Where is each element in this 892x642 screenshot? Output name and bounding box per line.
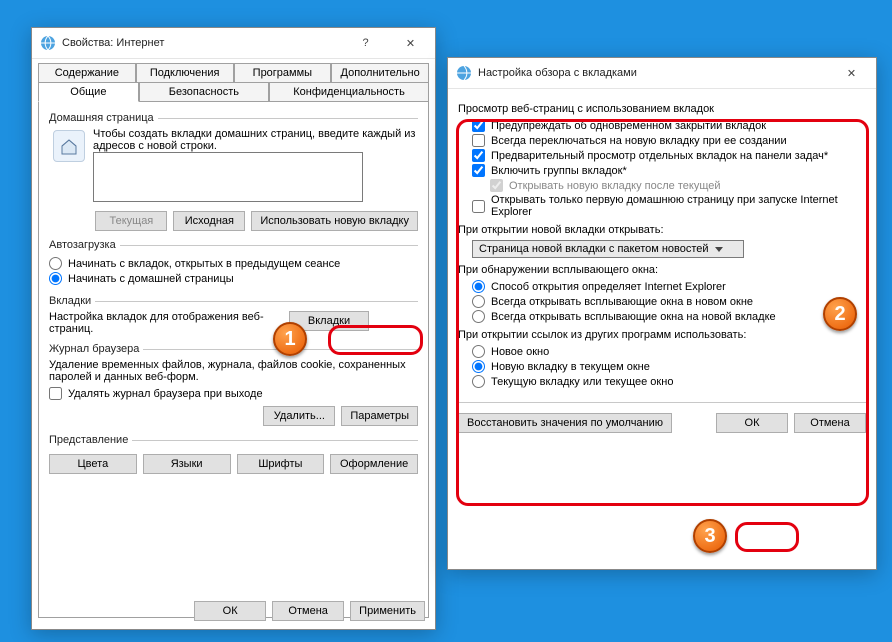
tab-connections[interactable]: Подключения [136,63,234,82]
radio-popup-ie[interactable]: Способ открытия определяет Internet Expl… [472,280,866,293]
tabs-settings-body: Просмотр веб-страниц с использованием вк… [448,89,876,569]
section-popup-title: При обнаружении всплывающего окна: [458,264,866,276]
chevron-down-icon [715,247,723,252]
close-button[interactable]: ✕ [388,29,433,58]
titlebar[interactable]: Настройка обзора с вкладками ✕ [448,58,876,89]
dialog-footer: ОК Отмена Применить [194,601,425,621]
globe-icon [40,35,56,51]
section-links-title: При открытии ссылок из других программ и… [458,329,866,341]
radio-start-home[interactable]: Начинать с домашней страницы [49,272,418,285]
cancel-button[interactable]: Отмена [272,601,344,621]
history-settings-button[interactable]: Параметры [341,406,418,426]
group-startup: Автозагрузка Начинать с вкладок, открыты… [49,239,418,287]
cancel-button[interactable]: Отмена [794,413,866,433]
section-browsing-title: Просмотр веб-страниц с использованием вк… [458,103,866,115]
newtab-action-select[interactable]: Страница новой вкладки с пакетом новосте… [472,240,744,258]
languages-button[interactable]: Языки [143,454,231,474]
use-current-button[interactable]: Текущая [95,211,167,231]
accessibility-button[interactable]: Оформление [330,454,418,474]
homepage-input[interactable] [93,152,363,202]
group-history-legend: Журнал браузера [49,343,143,355]
check-open-after-current: Открывать новую вкладку после текущей [472,179,866,192]
tabs-desc: Настройка вкладок для отображения веб-ст… [49,311,279,335]
group-appearance: Представление Цвета Языки Шрифты Оформле… [49,434,418,474]
tab-security[interactable]: Безопасность [139,82,269,102]
tab-general[interactable]: Общие [38,82,139,102]
tab-panel-general: Домашняя страница Чтобы создать вкладки … [38,101,429,618]
window-tabs-settings: Настройка обзора с вкладками ✕ Просмотр … [447,57,877,570]
group-history: Журнал браузера Удаление временных файло… [49,343,418,426]
radio-start-prev[interactable]: Начинать с вкладок, открытых в предыдуще… [49,257,418,270]
tab-privacy[interactable]: Конфиденциальность [269,82,429,102]
fonts-button[interactable]: Шрифты [237,454,325,474]
radio-links-window[interactable]: Новое окно [472,345,866,358]
use-newtab-button[interactable]: Использовать новую вкладку [251,211,418,231]
check-delete-on-exit[interactable]: Удалять журнал браузера при выходе [49,387,418,400]
radio-links-newtab[interactable]: Новую вкладку в текущем окне [472,360,866,373]
newtab-action-value: Страница новой вкладки с пакетом новосте… [479,243,709,255]
help-button[interactable]: ? [343,29,388,58]
tabs-settings-button[interactable]: Вкладки [289,311,369,331]
group-startup-legend: Автозагрузка [49,239,120,251]
tab-advanced[interactable]: Дополнительно [331,63,429,82]
globe-icon [456,65,472,81]
check-taskbar-preview[interactable]: Предварительный просмотр отдельных вклад… [472,149,866,162]
colors-button[interactable]: Цвета [49,454,137,474]
apply-button[interactable]: Применить [350,601,425,621]
window-internet-properties: Свойства: Интернет ? ✕ Содержание Подклю… [31,27,436,630]
close-button[interactable]: ✕ [829,59,874,88]
group-tabs-legend: Вкладки [49,295,95,307]
homepage-desc: Чтобы создать вкладки домашних страниц, … [93,128,418,152]
ok-button[interactable]: ОК [716,413,788,433]
check-tab-groups[interactable]: Включить группы вкладок* [472,164,866,177]
window-title: Настройка обзора с вкладками [478,67,829,79]
group-appearance-legend: Представление [49,434,132,446]
delete-history-button[interactable]: Удалить... [263,406,335,426]
tab-content[interactable]: Содержание [38,63,136,82]
check-first-home-only[interactable]: Открывать только первую домашнюю страниц… [472,194,866,218]
use-default-button[interactable]: Исходная [173,211,245,231]
home-icon [53,130,85,162]
group-tabs: Вкладки Настройка вкладок для отображени… [49,295,418,335]
tab-programs[interactable]: Программы [234,63,332,82]
section-newtab-title: При открытии новой вкладки открывать: [458,224,866,236]
titlebar[interactable]: Свойства: Интернет ? ✕ [32,28,435,59]
check-warn-close[interactable]: Предупреждать об одновременном закрытии … [472,119,866,132]
restore-defaults-button[interactable]: Восстановить значения по умолчанию [458,413,672,433]
ok-button[interactable]: ОК [194,601,266,621]
check-switch-new[interactable]: Всегда переключаться на новую вкладку пр… [472,134,866,147]
group-homepage-legend: Домашняя страница [49,112,158,124]
window-title: Свойства: Интернет [62,37,343,49]
tab-strip: Содержание Подключения Программы Дополни… [38,63,429,102]
history-desc: Удаление временных файлов, журнала, файл… [49,359,418,383]
radio-popup-tab[interactable]: Всегда открывать всплывающие окна на нов… [472,310,866,323]
radio-links-current[interactable]: Текущую вкладку или текущее окно [472,375,866,388]
radio-popup-window[interactable]: Всегда открывать всплывающие окна в ново… [472,295,866,308]
group-homepage: Домашняя страница Чтобы создать вкладки … [49,112,418,231]
